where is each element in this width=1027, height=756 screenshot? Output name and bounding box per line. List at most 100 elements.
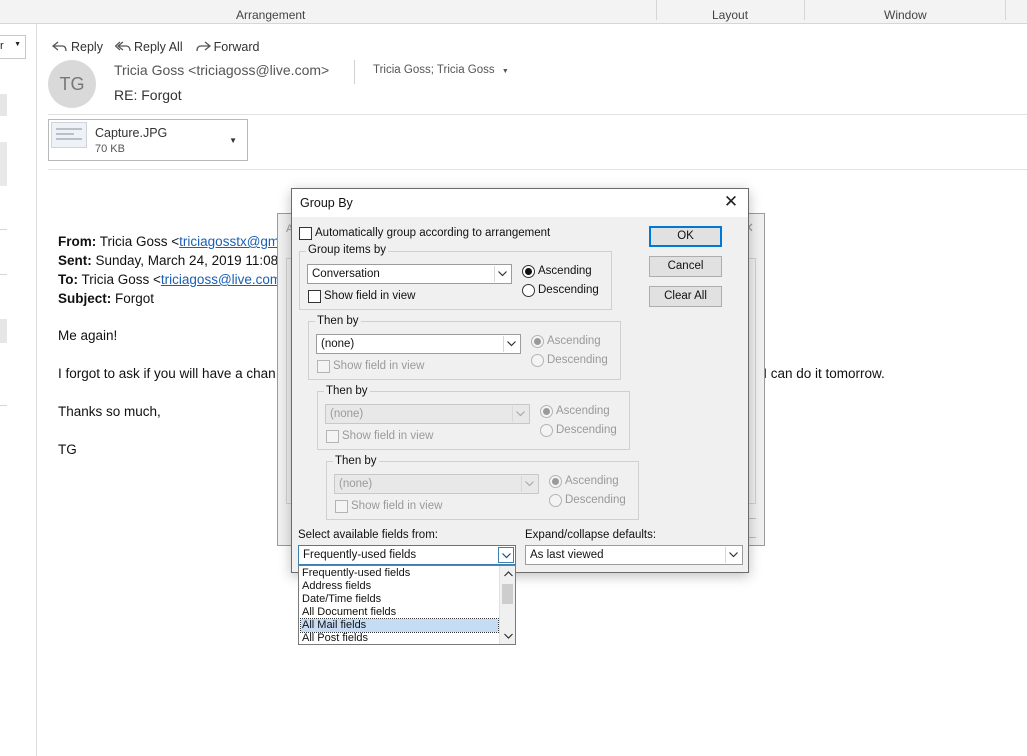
available-fields-combo[interactable]: Frequently-used fields: [298, 545, 516, 565]
body-subject-line: Subject: Forgot: [58, 291, 154, 306]
scroll-down-icon[interactable]: [500, 628, 516, 644]
clear-all-button[interactable]: Clear All: [649, 286, 722, 307]
body-sent-line: Sent: Sunday, March 24, 2019 11:08: [58, 253, 278, 268]
descending-label: Descending: [556, 424, 617, 436]
show-field-label: Show field in view: [333, 360, 425, 372]
chevron-down-icon: ▼: [501, 68, 509, 75]
forward-icon: [195, 41, 211, 52]
to-email-link[interactable]: triciagoss@live.com: [161, 272, 281, 287]
ribbon-group-layout: Layout: [712, 8, 749, 22]
then-by-2-combo[interactable]: (none): [325, 404, 530, 424]
ok-button[interactable]: OK: [649, 226, 722, 247]
auto-group-label: Automatically group according to arrange…: [315, 227, 551, 239]
section-title: Then by: [315, 315, 361, 327]
ascending-radio[interactable]: [549, 475, 562, 488]
sender-name[interactable]: Tricia Goss <triciagoss@live.com>: [114, 62, 329, 78]
chevron-down-icon[interactable]: [521, 476, 537, 492]
then-by-3-combo[interactable]: (none): [334, 474, 539, 494]
subject-label: Subject:: [58, 291, 112, 306]
available-fields-listbox[interactable]: Frequently-used fields Address fields Da…: [298, 565, 516, 645]
group-field-combo[interactable]: Conversation: [307, 264, 512, 284]
chevron-down-icon[interactable]: ▼: [229, 136, 237, 145]
ascending-radio[interactable]: [531, 335, 544, 348]
scrollbar[interactable]: [499, 566, 515, 644]
message-subject: RE: Forgot: [114, 87, 182, 103]
ribbon-separator: [1005, 0, 1006, 20]
list-item[interactable]: All Post fields: [301, 632, 498, 645]
combo-value: As last viewed: [530, 549, 604, 561]
list-item[interactable]: Address fields: [301, 580, 498, 593]
recipients-label: Tricia Goss; Tricia Goss: [373, 64, 495, 76]
reply-button[interactable]: Reply: [52, 40, 103, 54]
scrollbar-thumb[interactable]: [502, 584, 513, 604]
descending-radio[interactable]: [531, 354, 544, 367]
arrange-dropdown[interactable]: r ▼: [0, 35, 26, 59]
message-list-pane: r ▼: [0, 24, 37, 756]
forward-button[interactable]: Forward: [195, 40, 260, 54]
dialog-title: Group By: [300, 196, 353, 210]
sent-label: Sent:: [58, 253, 92, 268]
ascending-radio[interactable]: [522, 265, 535, 278]
select-fields-label: Select available fields from:: [298, 529, 438, 541]
message-actions: Reply Reply All Forward: [52, 38, 259, 56]
reply-label: Reply: [71, 40, 103, 54]
list-item[interactable]: Date/Time fields: [301, 593, 498, 606]
divider: [48, 169, 1027, 170]
list-item[interactable]: [0, 142, 7, 186]
chevron-down-icon[interactable]: [503, 336, 519, 352]
section-title: Then by: [324, 385, 370, 397]
chevron-down-icon[interactable]: [512, 406, 528, 422]
attachment-name: Capture.JPG: [95, 126, 168, 140]
to-label: To:: [58, 272, 78, 287]
scroll-up-icon[interactable]: [500, 566, 516, 582]
body-paragraph: I forgot to ask if you will have a chan: [58, 366, 276, 381]
show-field-label: Show field in view: [342, 430, 434, 442]
to-value: Tricia Goss <: [81, 272, 161, 287]
show-field-label: Show field in view: [351, 500, 443, 512]
show-field-checkbox[interactable]: [326, 430, 339, 443]
subject-value: Forgot: [115, 291, 155, 306]
attachment[interactable]: Capture.JPG 70 KB ▼: [48, 119, 248, 161]
close-icon[interactable]: ✕: [722, 192, 740, 212]
dialog-titlebar: Group By ✕: [292, 189, 748, 217]
expand-collapse-combo[interactable]: As last viewed: [525, 545, 743, 565]
body-paragraph-end: t, I can do it tomorrow.: [752, 366, 885, 381]
show-field-checkbox[interactable]: [308, 290, 321, 303]
divider: [0, 274, 7, 275]
show-field-checkbox[interactable]: [335, 500, 348, 513]
sent-value: Sunday, March 24, 2019 11:08: [95, 253, 279, 268]
ascending-radio[interactable]: [540, 405, 553, 418]
combo-value: (none): [330, 408, 364, 420]
list-item[interactable]: Frequently-used fields: [301, 567, 498, 580]
combo-value: (none): [339, 478, 373, 490]
auto-group-checkbox[interactable]: [299, 227, 312, 240]
section-title: Then by: [333, 455, 379, 467]
cancel-button[interactable]: Cancel: [649, 256, 722, 277]
chevron-down-icon[interactable]: [494, 266, 510, 282]
recipients-dropdown[interactable]: Tricia Goss; Tricia Goss ▼: [373, 64, 509, 76]
forward-label: Forward: [213, 40, 260, 54]
body-to-line: To: Tricia Goss <triciagoss@live.com: [58, 272, 281, 287]
combo-value: Frequently-used fields: [303, 549, 417, 561]
show-field-checkbox[interactable]: [317, 360, 330, 373]
ribbon-group-bar: Arrangement Layout Window: [0, 0, 1027, 24]
list-item[interactable]: [0, 94, 7, 116]
descending-radio[interactable]: [549, 494, 562, 507]
combo-value: (none): [321, 338, 355, 350]
descending-radio[interactable]: [540, 424, 553, 437]
descending-radio[interactable]: [522, 284, 535, 297]
reply-all-button[interactable]: Reply All: [114, 40, 183, 54]
divider: [0, 229, 7, 230]
list-item[interactable]: [0, 319, 7, 343]
ascending-label: Ascending: [556, 405, 610, 417]
list-item[interactable]: All Document fields: [301, 606, 498, 619]
chevron-down-icon[interactable]: [498, 547, 514, 563]
ribbon-group-arrangement: Arrangement: [236, 8, 306, 22]
descending-label: Descending: [547, 354, 608, 366]
chevron-down-icon[interactable]: [725, 547, 741, 563]
list-item-selected[interactable]: All Mail fields: [300, 618, 499, 633]
from-email-link[interactable]: triciagosstx@gma: [179, 234, 287, 249]
then-by-1-combo[interactable]: (none): [316, 334, 521, 354]
reply-all-label: Reply All: [133, 40, 183, 54]
divider: [354, 60, 355, 84]
